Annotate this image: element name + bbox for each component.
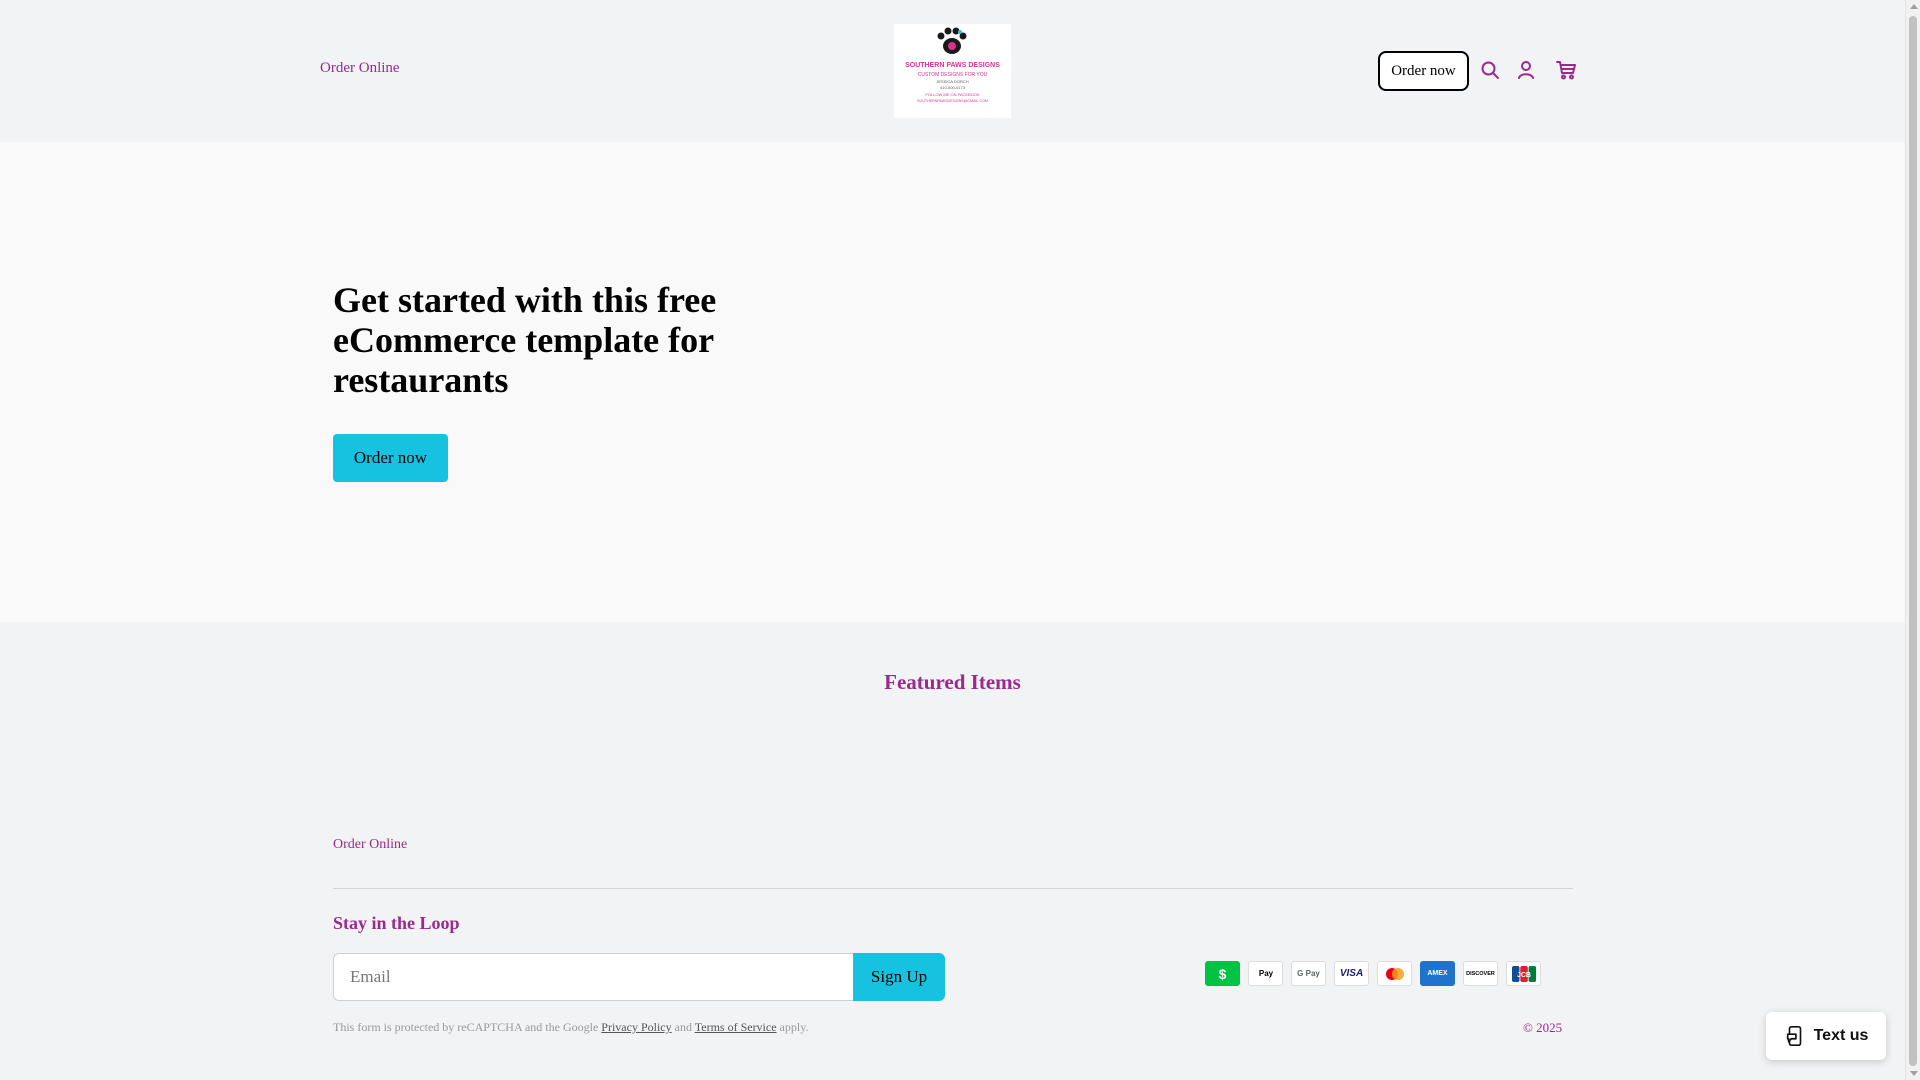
sign-up-button[interactable]: Sign Up bbox=[853, 953, 945, 1001]
scrollbar-thumb[interactable] bbox=[1909, 16, 1917, 1066]
logo-line4: FOLLOW ME ON FACEBOOK bbox=[925, 92, 980, 97]
payment-methods: $ Pay G Pay VISA AMEX DISCOVER JCB bbox=[1205, 961, 1541, 987]
terms-of-service-link[interactable]: Terms of Service bbox=[695, 1020, 777, 1034]
cash-app-icon: $ bbox=[1205, 961, 1240, 986]
privacy-policy-link[interactable]: Privacy Policy bbox=[601, 1020, 671, 1034]
svg-text:JCB: JCB bbox=[1516, 972, 1530, 979]
nav-link-order-online[interactable]: Order Online bbox=[320, 60, 400, 77]
logo-image: SOUTHERN PAWS DESIGNS CUSTOM DESIGNS FOR… bbox=[894, 24, 1011, 118]
scrollbar[interactable] bbox=[1905, 0, 1920, 1080]
jcb-icon: JCB bbox=[1506, 961, 1541, 986]
search-icon[interactable] bbox=[1478, 58, 1502, 82]
logo-line1: CUSTOM DESIGNS FOR YOU bbox=[918, 72, 988, 78]
logo-line5: SOUTHERNPAWSDESIGNS@GMAIL.COM bbox=[917, 99, 988, 103]
apple-pay-icon: Pay bbox=[1248, 961, 1283, 986]
header-order-now-button[interactable]: Order now bbox=[1378, 51, 1469, 91]
logo-brand: SOUTHERN PAWS DESIGNS bbox=[905, 62, 1000, 69]
google-pay-icon: G Pay bbox=[1291, 961, 1326, 986]
recaptcha-apply: apply. bbox=[779, 1020, 809, 1034]
page: Order Online SOUTHERN PAWS DESIGNS CUSTO… bbox=[0, 0, 1905, 1080]
logo-line3: 410-000-0173 bbox=[940, 85, 966, 90]
hero-order-now-button[interactable]: Order now bbox=[333, 434, 448, 482]
recaptcha-notice: This form is protected by reCAPTCHA and … bbox=[333, 1020, 808, 1035]
footer-link-order-online[interactable]: Order Online bbox=[333, 837, 407, 853]
recaptcha-and: and bbox=[674, 1020, 692, 1034]
hero-title: Get started with this free eCommerce tem… bbox=[333, 280, 717, 400]
discover-icon: DISCOVER bbox=[1463, 961, 1498, 986]
email-field[interactable] bbox=[333, 953, 853, 1001]
message-icon bbox=[1786, 1026, 1801, 1046]
hero-section: Get started with this free eCommerce tem… bbox=[0, 142, 1905, 622]
recaptcha-prefix: This form is protected by reCAPTCHA and … bbox=[333, 1020, 599, 1034]
mastercard-icon bbox=[1377, 961, 1412, 986]
logo-line2: JESSICA DORCH bbox=[936, 79, 968, 84]
text-us-label: Text us bbox=[1813, 1027, 1869, 1044]
copyright: © 2025 bbox=[1523, 1020, 1563, 1035]
scroll-up-arrow[interactable] bbox=[1910, 4, 1918, 9]
scroll-down-arrow[interactable] bbox=[1910, 1071, 1918, 1076]
featured-items-title: Featured Items bbox=[884, 670, 1021, 694]
amex-icon: AMEX bbox=[1420, 961, 1455, 986]
logo[interactable]: SOUTHERN PAWS DESIGNS CUSTOM DESIGNS FOR… bbox=[894, 24, 1011, 118]
site-header: Order Online SOUTHERN PAWS DESIGNS CUSTO… bbox=[0, 0, 1905, 142]
cart-icon[interactable] bbox=[1554, 58, 1578, 82]
text-us-button[interactable]: Text us bbox=[1766, 1012, 1886, 1060]
account-icon[interactable] bbox=[1514, 58, 1538, 82]
footer-divider bbox=[333, 888, 1573, 889]
newsletter-title: Stay in the Loop bbox=[333, 913, 460, 933]
visa-icon: VISA bbox=[1334, 961, 1369, 986]
